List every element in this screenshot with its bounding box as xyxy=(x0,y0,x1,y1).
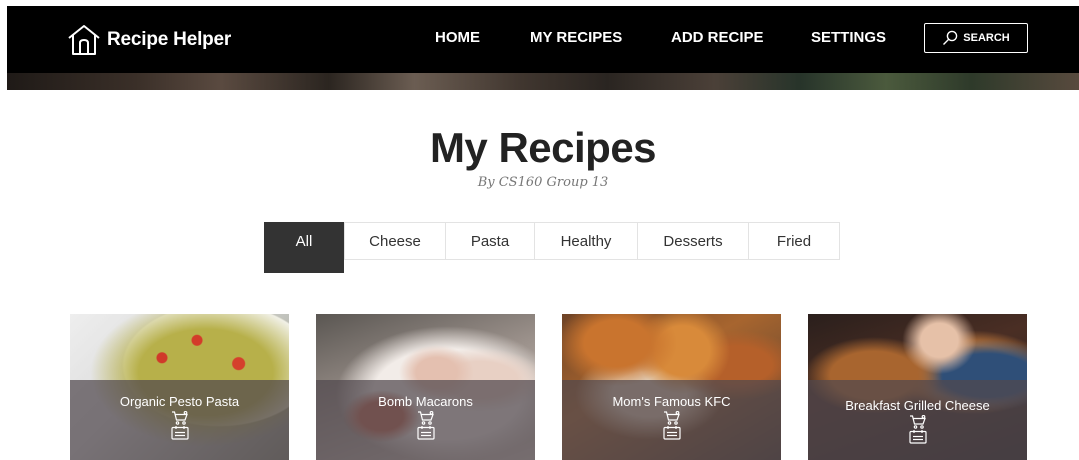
recipe-card-icon[interactable] xyxy=(908,429,927,444)
recipe-info-overlay: Mom's Famous KFC xyxy=(562,380,781,460)
page: Recipe Helper HOME MY RECIPES ADD RECIPE… xyxy=(7,6,1079,460)
home-logo-link[interactable]: Recipe Helper xyxy=(67,24,231,56)
recipe-title: Mom's Famous KFC xyxy=(612,394,731,409)
nav-settings[interactable]: SETTINGS xyxy=(811,29,886,46)
magnifier-icon xyxy=(943,30,958,45)
recipe-title: Bomb Macarons xyxy=(378,394,473,409)
search-button[interactable]: SEARCH xyxy=(924,23,1028,53)
recipe-title: Organic Pesto Pasta xyxy=(119,394,240,409)
tab-healthy[interactable]: Healthy xyxy=(534,222,638,260)
recipe-card-icon[interactable] xyxy=(416,425,435,440)
shopping-cart-icon[interactable] xyxy=(171,411,189,425)
shopping-cart-icon[interactable] xyxy=(417,411,435,425)
recipe-card[interactable]: Bomb Macarons xyxy=(316,314,535,460)
nav-my-recipes[interactable]: MY RECIPES xyxy=(530,29,622,46)
recipe-card-icon[interactable] xyxy=(662,425,681,440)
top-navbar: Recipe Helper HOME MY RECIPES ADD RECIPE… xyxy=(7,6,1079,90)
nav-home[interactable]: HOME xyxy=(435,29,480,46)
tab-desserts[interactable]: Desserts xyxy=(637,222,749,260)
tab-cheese[interactable]: Cheese xyxy=(344,222,446,260)
recipe-card[interactable]: Organic Pesto Pasta xyxy=(70,314,289,460)
tab-all[interactable]: All xyxy=(264,222,344,273)
shopping-cart-icon[interactable] xyxy=(663,411,681,425)
recipe-card-icon[interactable] xyxy=(170,425,189,440)
search-label: SEARCH xyxy=(963,32,1010,44)
page-subtitle: By CS160 Group 13 xyxy=(477,175,609,190)
shopping-cart-icon[interactable] xyxy=(909,415,927,429)
recipe-card[interactable]: Mom's Famous KFC xyxy=(562,314,781,460)
header-hero-image xyxy=(7,73,1079,90)
app-name: Recipe Helper xyxy=(107,29,232,50)
recipe-title: Breakfast Grilled Cheese xyxy=(845,398,990,413)
recipe-card[interactable]: Breakfast Grilled Cheese xyxy=(808,314,1027,460)
tab-fried[interactable]: Fried xyxy=(748,222,840,260)
tab-pasta[interactable]: Pasta xyxy=(445,222,535,260)
nav-add-recipe[interactable]: ADD RECIPE xyxy=(671,29,764,46)
recipe-info-overlay: Organic Pesto Pasta xyxy=(70,380,289,460)
house-icon xyxy=(68,25,100,55)
page-title: My Recipes xyxy=(429,124,657,171)
recipe-info-overlay: Breakfast Grilled Cheese xyxy=(808,380,1027,460)
recipe-info-overlay: Bomb Macarons xyxy=(316,380,535,460)
